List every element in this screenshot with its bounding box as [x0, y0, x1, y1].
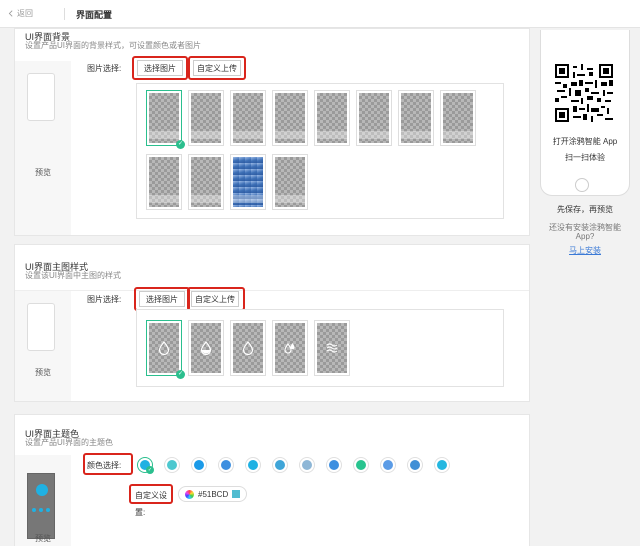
- color-wheel-icon: [185, 489, 194, 499]
- custom-color-label: 自定义设: [135, 491, 167, 500]
- back-label: 返回: [17, 9, 33, 18]
- drop-outline-icon: [158, 341, 170, 355]
- color-swatch-10[interactable]: [381, 458, 395, 472]
- main-preview-phone: [27, 303, 55, 351]
- check-icon: ✓: [146, 466, 154, 474]
- color-swatch-4[interactable]: [219, 458, 233, 472]
- bg-field-label: 图片选择:: [87, 64, 122, 73]
- color-hex-value: #51BCD: [198, 489, 229, 499]
- two-drops-icon: [284, 343, 295, 354]
- color-swatch-11[interactable]: [408, 458, 422, 472]
- color-swatch-12[interactable]: [435, 458, 449, 472]
- bg-upload-button[interactable]: 自定义上传: [193, 60, 241, 76]
- main-thumb-2[interactable]: [188, 320, 224, 376]
- drop-half-icon: [200, 341, 212, 355]
- theme-preview-label: 预览: [35, 534, 51, 543]
- bg-thumb-1[interactable]: ✓: [146, 90, 185, 149]
- custom-color-label-suffix: 置:: [135, 508, 146, 517]
- phone-home-button: [575, 178, 589, 192]
- back-button[interactable]: 返回: [8, 8, 33, 19]
- color-preview-swatch: [232, 490, 241, 498]
- bg-image-grid: ✓: [136, 83, 504, 219]
- main-section-desc: 设置该UI界面中主图的样式: [25, 271, 121, 280]
- section-divider: [15, 290, 529, 291]
- topbar-divider: [64, 8, 65, 20]
- theme-section-desc: 设置产品UI界面的主题色: [25, 438, 113, 447]
- color-field-label: 颜色选择:: [87, 461, 122, 470]
- bg-preview-label: 预览: [35, 168, 51, 177]
- color-swatch-8[interactable]: [327, 458, 341, 472]
- bg-thumb-8[interactable]: [440, 90, 476, 146]
- main-upload-button[interactable]: 自定义上传: [191, 291, 239, 307]
- page-title: 界面配置: [76, 10, 113, 20]
- main-image-grid: ✓: [136, 309, 504, 387]
- main-thumb-5[interactable]: [314, 320, 350, 376]
- bg-section: UI界面背景 设置产品UI界面的背景样式，可设置颜色或者图片 预览 图片选择: …: [14, 28, 530, 236]
- main-preview-label: 预览: [35, 368, 51, 377]
- main-image-section: UI界面主图样式 设置该UI界面中主图的样式 预览 图片选择: 选择图片 自定义…: [14, 244, 530, 402]
- bg-thumb-2[interactable]: [188, 90, 224, 146]
- bg-thumb-9[interactable]: [146, 154, 182, 210]
- color-swatch-2[interactable]: [165, 458, 179, 472]
- theme-preview-phone: [27, 473, 55, 539]
- main-preview-panel: 预览: [15, 291, 71, 401]
- drop-outline-icon: [242, 341, 254, 355]
- install-app-link[interactable]: 马上安装: [535, 245, 635, 256]
- bg-thumb-6[interactable]: [356, 90, 392, 146]
- scan-hint-line1: 打开涂鸦智能 App: [552, 137, 618, 146]
- color-swatch-9[interactable]: [354, 458, 368, 472]
- main-thumb-4[interactable]: [272, 320, 308, 376]
- bg-thumb-5[interactable]: [314, 90, 350, 146]
- check-icon: ✓: [176, 140, 185, 149]
- bg-section-desc: 设置产品UI界面的背景样式，可设置颜色或者图片: [25, 41, 201, 50]
- main-select-image-button[interactable]: 选择图片: [139, 291, 185, 307]
- color-swatch-7[interactable]: [300, 458, 314, 472]
- check-icon: ✓: [176, 370, 185, 379]
- qr-code-icon: [555, 64, 613, 122]
- bg-thumb-3[interactable]: [230, 90, 266, 146]
- bg-thumb-4[interactable]: [272, 90, 308, 146]
- bg-thumb-11[interactable]: [230, 154, 266, 210]
- bg-thumb-10[interactable]: [188, 154, 224, 210]
- bg-thumb-12[interactable]: [272, 154, 308, 210]
- theme-preview-panel: 预览: [15, 455, 71, 546]
- color-swatch-3[interactable]: [192, 458, 206, 472]
- main-thumb-3[interactable]: [230, 320, 266, 376]
- bg-preview-phone: [27, 73, 55, 121]
- main-thumb-1[interactable]: ✓: [146, 320, 185, 379]
- color-swatch-6[interactable]: [273, 458, 287, 472]
- top-bar: 返回 界面配置: [0, 0, 640, 28]
- scan-hint-line2: 扫一扫体验: [565, 153, 605, 162]
- bg-thumb-7[interactable]: [398, 90, 434, 146]
- theme-color-section: UI界面主题色 设置产品UI界面的主题色 预览 颜色选择: ✓ 自定义设 置: …: [14, 414, 530, 546]
- custom-color-input[interactable]: #51BCD: [178, 486, 248, 502]
- back-arrow-icon: [8, 10, 13, 17]
- waves-icon: [326, 343, 338, 353]
- no-app-hint-line2: App?: [575, 232, 595, 241]
- color-swatch-1[interactable]: ✓: [138, 458, 154, 474]
- bg-preview-panel: 预览: [15, 61, 71, 235]
- save-preview-hint: 先保存，再预览: [557, 205, 613, 214]
- bg-select-image-button[interactable]: 选择图片: [137, 60, 183, 76]
- color-swatch-5[interactable]: [246, 458, 260, 472]
- main-field-label: 图片选择:: [87, 295, 122, 304]
